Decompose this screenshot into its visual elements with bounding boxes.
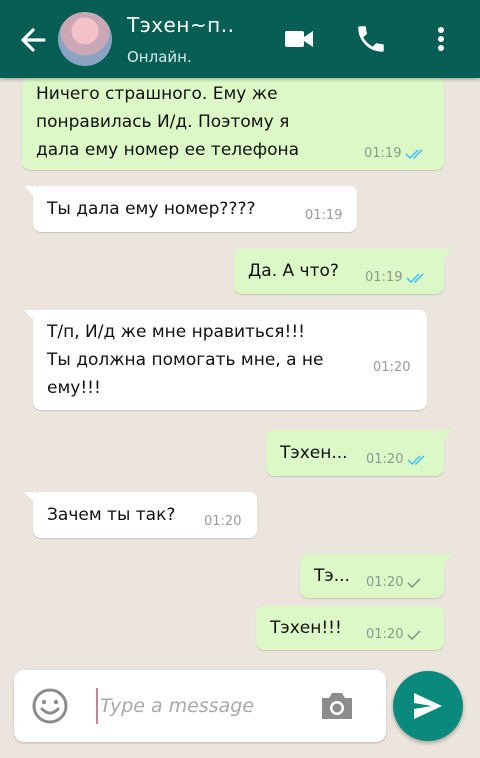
emoji-button[interactable] (30, 686, 70, 726)
message-text: Ничего страшного. Ему же понравилась И/д… (36, 80, 299, 164)
voice-call-button[interactable] (354, 22, 388, 56)
message-time: 01:20 (366, 575, 404, 590)
message-text: Да. А что? (248, 261, 339, 281)
message-text: Тэхен... (280, 443, 348, 463)
message-meta: 01:19 (365, 264, 426, 292)
message-bubble[interactable]: Тэ... 01:20 (300, 554, 453, 598)
read-double-tick-icon (406, 273, 425, 284)
sent-single-tick-icon (407, 578, 422, 589)
emoji-icon (32, 688, 68, 724)
message-text: Тэхен!!! (270, 618, 342, 638)
camera-button[interactable] (318, 688, 356, 724)
text-cursor (96, 688, 98, 724)
message-meta: 01:20 (366, 621, 422, 649)
read-double-tick-icon (407, 455, 426, 466)
message-text: Ты дала ему номер???? (47, 199, 256, 219)
back-button[interactable] (14, 20, 54, 60)
message-meta: 01:20 (204, 508, 241, 536)
message-bubble[interactable]: Ничего страшного. Ему же понравилась И/д… (22, 78, 444, 170)
camera-icon (322, 693, 352, 719)
message-meta: 01:19 (305, 202, 342, 230)
message-text: Тэ... (314, 566, 350, 586)
send-button[interactable] (393, 671, 463, 741)
message-meta: 01:20 (366, 569, 422, 597)
message-meta: 01:19 (364, 140, 425, 168)
message-line: дала ему номер ее телефона (36, 140, 300, 160)
message-line: Ничего страшного. Ему же (36, 84, 278, 104)
message-time: 01:19 (305, 208, 343, 223)
more-vert-icon (438, 27, 444, 51)
message-time: 01:20 (366, 452, 404, 467)
sent-single-tick-icon (407, 630, 422, 641)
message-time: 01:20 (366, 627, 404, 642)
video-call-icon (285, 31, 313, 47)
message-bubble[interactable]: Зачем ты так? 01:20 (24, 492, 257, 538)
phone-icon (358, 26, 384, 52)
message-bubble[interactable]: Да. А что? 01:19 (234, 248, 453, 294)
avatar[interactable] (58, 12, 112, 66)
read-double-tick-icon (405, 149, 424, 160)
message-time: 01:19 (365, 270, 403, 285)
back-arrow-icon (21, 28, 46, 52)
message-line: Ты должна помогать мне, а не (47, 350, 324, 370)
message-bubble[interactable]: Тэхен!!! 01:20 (256, 606, 444, 650)
message-list[interactable]: Ничего страшного. Ему же понравилась И/д… (0, 78, 480, 668)
contact-name[interactable]: Тэхен~п.. (127, 13, 234, 37)
message-line: ему!!! (47, 378, 101, 398)
message-composer (14, 670, 386, 742)
message-line: понравилась И/д. Поэтому я (36, 112, 290, 132)
contact-status: Онлайн. (127, 48, 192, 66)
message-meta: 01:20 (366, 446, 427, 474)
message-bubble[interactable]: Т/п, И/д же мне нравиться!!! Ты должна п… (24, 310, 427, 410)
send-icon (414, 693, 442, 719)
message-time: 01:20 (373, 360, 411, 375)
message-time: 01:20 (204, 514, 242, 529)
message-meta: 01:20 (373, 354, 410, 382)
message-input[interactable] (100, 684, 300, 728)
message-bubble[interactable]: Тэхен... 01:20 (266, 430, 453, 476)
message-text: Т/п, И/д же мне нравиться!!! Ты должна п… (47, 318, 324, 402)
message-line: Т/п, И/д же мне нравиться!!! (47, 322, 305, 342)
more-options-button[interactable] (426, 22, 456, 56)
video-call-button[interactable] (282, 22, 316, 56)
message-time: 01:19 (364, 146, 402, 161)
chat-header: Тэхен~п.. Онлайн. (0, 0, 480, 78)
message-bubble[interactable]: Ты дала ему номер???? 01:19 (24, 186, 357, 232)
message-text: Зачем ты так? (47, 505, 176, 525)
